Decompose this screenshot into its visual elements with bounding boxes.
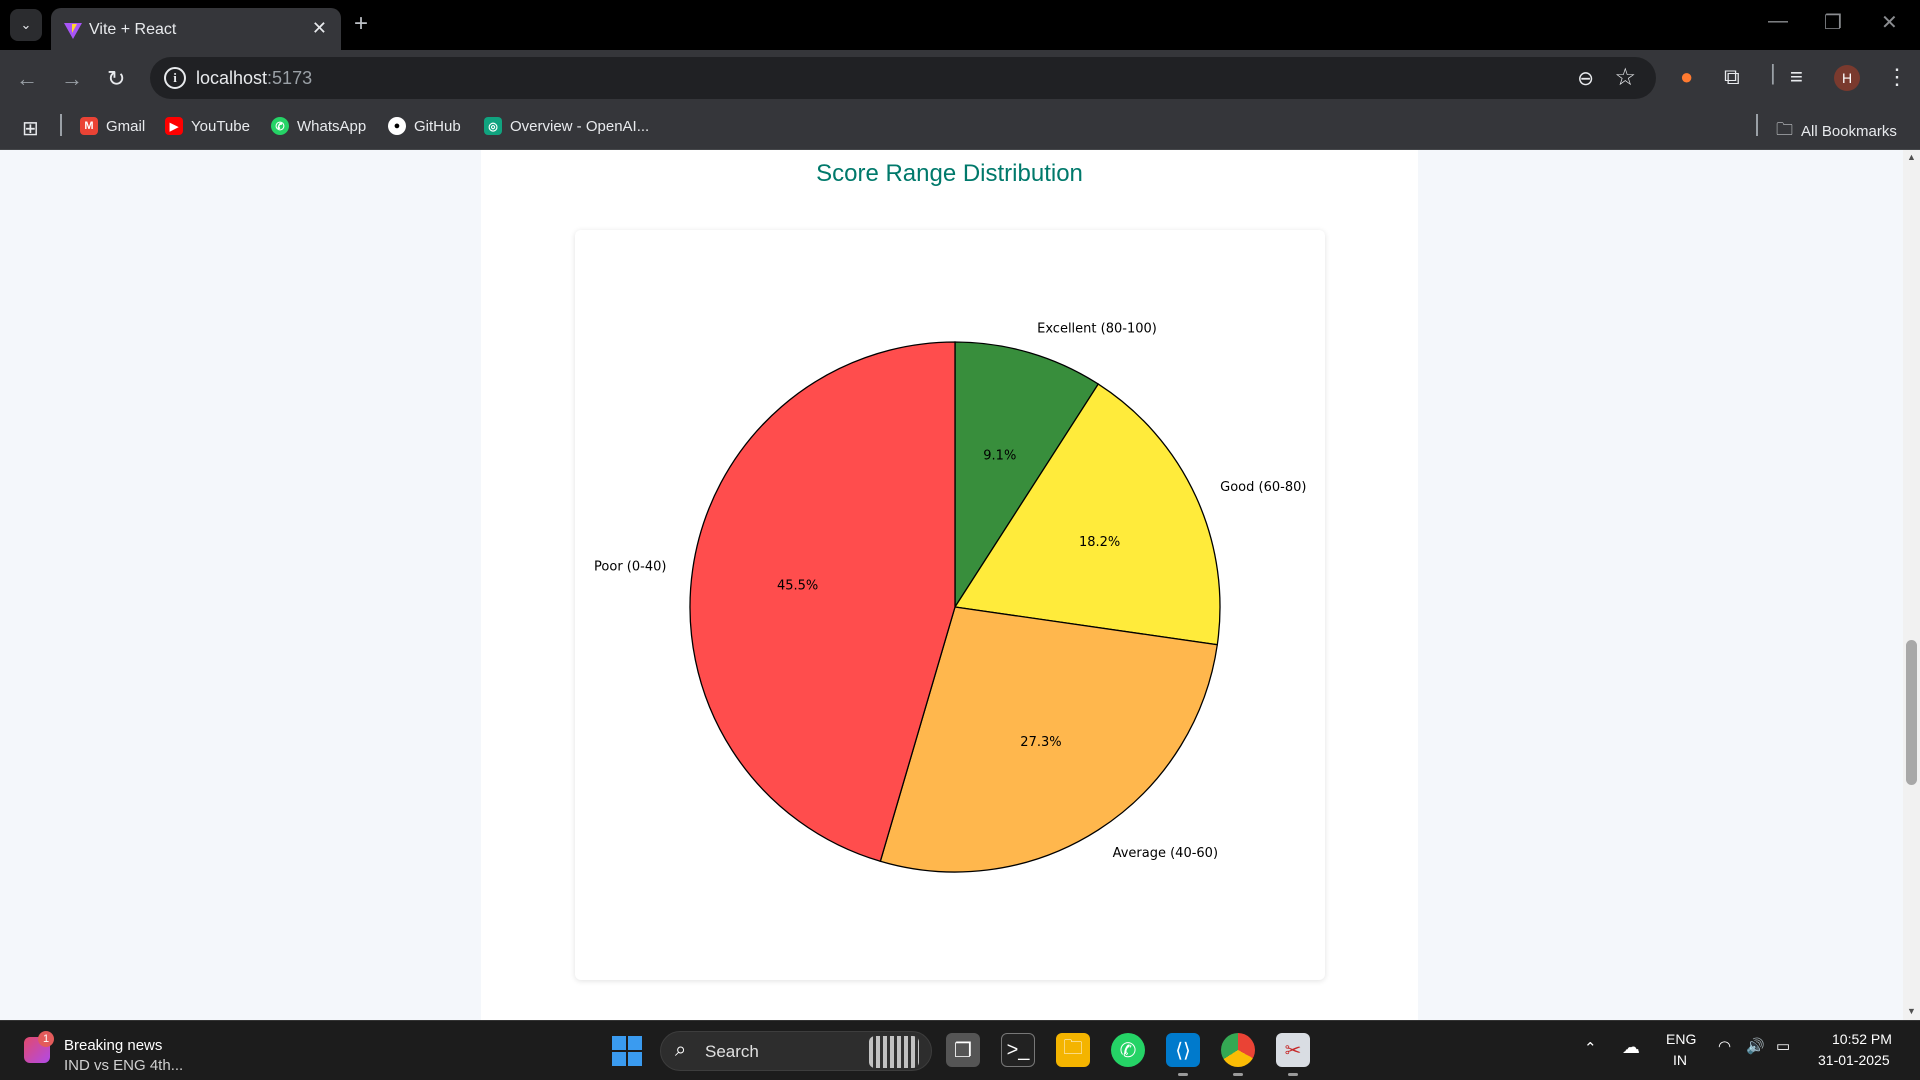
taskbar: 1 Breaking news IND vs ENG 4th... ⌕ Sear… [0,1020,1920,1080]
url-host: localhost [196,68,268,88]
running-indicator [1288,1073,1298,1076]
tab-search-button[interactable]: ⌄ [10,9,42,41]
battery-icon[interactable]: ▭ [1776,1037,1790,1055]
news-subtitle: IND vs ENG 4th... [64,1057,184,1074]
bookmarks-divider [60,114,62,136]
toolbar-divider: | [1770,60,1776,85]
pie-chart: 9.1% Excellent (80-100) 18.2% Good (60-80) 2… [594,321,1306,873]
whatsapp-icon: ✆ [271,117,289,135]
bookmark-label: YouTube [191,117,250,135]
content-card: Score Range Distribution 9.1% Excellent (… [481,150,1418,1020]
scroll-up-icon[interactable]: ▲ [1903,152,1920,162]
search-label: Search [705,1042,759,1061]
tab-strip: ⌄ Vite + React ✕ + — ❐ ✕ [0,0,1920,50]
pie-category-label: Poor (0-40) [594,560,666,575]
vite-logo-icon [64,23,82,39]
pie-category-label: Average (40-60) [1113,846,1218,861]
tab-vite-react[interactable]: Vite + React ✕ [51,8,341,50]
volume-icon[interactable]: 🔊 [1746,1037,1765,1055]
pie-percent-label: 18.2% [1079,535,1120,550]
page-scrollbar[interactable]: ▲ ▼ [1903,150,1920,1020]
chart-title: Score Range Distribution [816,160,1083,187]
pie-percent-label: 9.1% [983,448,1016,463]
pie-category-label: Good (60-80) [1220,480,1306,495]
bookmark-gmail[interactable]: M Gmail [80,117,145,135]
news-badge: 1 [38,1031,54,1047]
url-port: :5173 [267,68,313,88]
language-bottom[interactable]: IN [1673,1052,1687,1068]
address-bar[interactable]: i localhost:5173 ⊖ ☆ [150,57,1656,99]
apps-grid-icon[interactable]: ⊞ [22,116,39,141]
browser-toolbar: ← → ↻ i localhost:5173 ⊖ ☆ ● ⧉ | ≡ H ⋮ [0,50,1920,107]
tab-title: Vite + React [89,21,177,38]
chart-image-container: 9.1% Excellent (80-100) 18.2% Good (60-80) 2… [575,230,1325,980]
new-tab-button[interactable]: + [354,10,368,38]
bookmarks-divider [1756,114,1758,136]
back-arrow-icon[interactable]: ← [16,66,38,92]
media-controls-icon[interactable]: ≡ [1790,64,1803,90]
scrollbar-thumb[interactable] [1906,640,1917,785]
scroll-down-icon[interactable]: ▼ [1903,1006,1920,1016]
onedrive-cloud-icon[interactable]: ☁ [1622,1037,1640,1058]
bookmark-label: GitHub [414,117,461,135]
language-top[interactable]: ENG [1666,1031,1696,1047]
reload-icon[interactable]: ↻ [107,66,125,92]
taskbar-search[interactable]: ⌕ Search [660,1031,932,1071]
bookmark-github[interactable]: ● GitHub [388,117,461,135]
zoom-icon[interactable]: ⊖ [1577,66,1594,91]
bookmark-label: WhatsApp [297,117,367,135]
search-icon: ⌕ [675,1039,687,1061]
extension-icon[interactable]: ● [1680,64,1693,90]
pie-category-label: Excellent (80-100) [1037,321,1157,336]
site-info-icon[interactable]: i [164,67,186,89]
minimize-button[interactable]: — [1768,10,1788,33]
bookmarks-bar: ⊞ M Gmail ▶ YouTube ✆ WhatsApp ● GitHub … [0,107,1920,150]
bookmark-openai[interactable]: ◎ Overview - OpenAI... [484,117,649,135]
vscode-icon[interactable]: ⟨⟩ [1166,1033,1200,1067]
page-viewport: Score Range Distribution 9.1% Excellent (… [0,150,1903,1020]
close-window-button[interactable]: ✕ [1881,10,1898,35]
all-bookmarks-label: All Bookmarks [1801,123,1897,140]
gmail-icon: M [80,117,98,135]
extensions-puzzle-icon[interactable]: ⧉ [1724,64,1740,90]
chevron-down-icon: ⌄ [20,17,32,32]
bookmark-label: Overview - OpenAI... [510,117,650,135]
clock-time[interactable]: 10:52 PM [1832,1031,1892,1047]
openai-icon: ◎ [484,117,502,135]
forward-arrow-icon[interactable]: → [61,66,83,92]
bookmark-label: Gmail [106,117,146,135]
profile-avatar[interactable]: H [1834,65,1860,91]
bookmark-youtube[interactable]: ▶ YouTube [165,117,250,135]
all-bookmarks-button[interactable]: 🗀 All Bookmarks [1776,117,1897,146]
wifi-icon[interactable]: ◠ [1718,1037,1731,1055]
snipping-tool-icon[interactable]: ✂ [1276,1033,1310,1067]
task-view-icon[interactable]: ❐ [946,1033,980,1067]
clock-date[interactable]: 31-01-2025 [1818,1052,1890,1068]
whatsapp-app-icon[interactable]: ✆ [1111,1033,1145,1067]
folder-icon: 🗀 [1776,120,1793,139]
restore-button[interactable]: ❐ [1824,10,1842,35]
tab-close-icon[interactable]: ✕ [312,18,327,39]
search-highlight-image [869,1036,919,1068]
pie-percent-label: 27.3% [1020,735,1061,750]
bookmark-star-icon[interactable]: ☆ [1614,63,1636,92]
chevron-up-icon[interactable]: ⌃ [1584,1039,1597,1057]
file-explorer-icon[interactable]: 🗀 [1056,1033,1090,1067]
chrome-icon[interactable] [1221,1033,1255,1067]
running-indicator [1233,1073,1243,1076]
menu-kebab-icon[interactable]: ⋮ [1886,64,1908,90]
pie-percent-label: 45.5% [777,578,818,593]
youtube-icon: ▶ [165,117,183,135]
github-icon: ● [388,117,406,135]
url-text[interactable]: localhost:5173 [196,68,312,89]
news-title: Breaking news [64,1037,163,1054]
terminal-icon[interactable]: >_ [1001,1033,1035,1067]
bookmark-whatsapp[interactable]: ✆ WhatsApp [271,117,366,135]
running-indicator [1178,1073,1188,1076]
start-windows-icon[interactable] [612,1036,642,1066]
